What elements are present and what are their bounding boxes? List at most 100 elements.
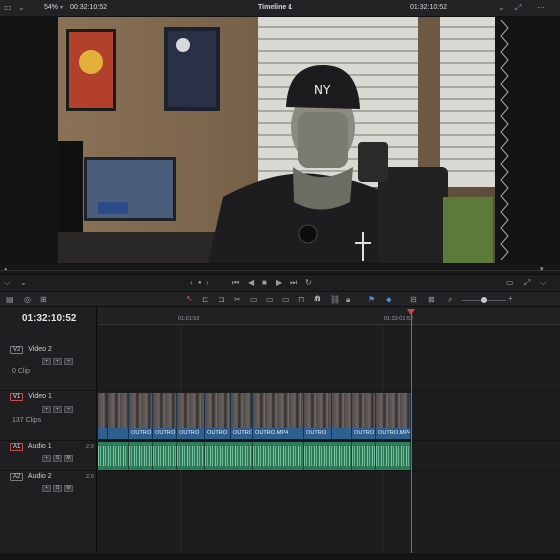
- video-clip[interactable]: OUTRO: [205, 393, 231, 439]
- track-enable-icon[interactable]: ▪: [53, 358, 62, 365]
- jog-right-icon[interactable]: ›: [206, 278, 209, 288]
- marker-icon[interactable]: ⬥: [386, 295, 392, 305]
- track-id-v2[interactable]: V2: [10, 346, 24, 354]
- track-header-a1[interactable]: A1 Audio 1 2.0 ▪ S M: [0, 441, 97, 471]
- audio-clip[interactable]: [129, 442, 153, 470]
- video-clip[interactable]: [108, 393, 129, 439]
- more-options-icon[interactable]: ⋯: [537, 3, 545, 13]
- timeline-options-icon[interactable]: ⌄: [20, 278, 27, 288]
- insert-clip-icon[interactable]: ▭: [250, 295, 258, 305]
- track-view-icon[interactable]: ▪: [64, 358, 73, 365]
- track-view-icon[interactable]: ▪: [64, 406, 73, 413]
- video-clip[interactable]: OUTRO: [177, 393, 205, 439]
- audio-clip[interactable]: [352, 442, 376, 470]
- solo-button[interactable]: S: [53, 485, 62, 492]
- audio-clip[interactable]: [98, 442, 129, 470]
- audio-clip[interactable]: [205, 442, 253, 470]
- blade-tool-icon[interactable]: ✂: [234, 295, 241, 305]
- play-icon[interactable]: ▶: [276, 278, 282, 288]
- track-header-v2[interactable]: V2 Video 2 ▪ ▪ ▪ 0 Clip: [0, 341, 97, 391]
- timeline-dropdown-icon[interactable]: ▾: [288, 3, 291, 13]
- track-channels-a1: 2.0: [86, 444, 94, 450]
- clip-label: OUTRO: [153, 428, 176, 439]
- zoom-full-icon[interactable]: ⊟: [410, 295, 417, 305]
- zoom-detail-icon[interactable]: ⊠: [428, 295, 435, 305]
- timeline-view-options-icon[interactable]: ▤: [6, 295, 14, 305]
- video-clip[interactable]: OUTRO: [129, 393, 153, 439]
- track-header-a2[interactable]: A2 Audio 2 2.0 ▪ S M: [0, 471, 97, 501]
- play-reverse-icon[interactable]: ◀: [248, 278, 254, 288]
- zoom-level[interactable]: 54%: [44, 4, 58, 11]
- video-clip[interactable]: [98, 393, 108, 439]
- overwrite-clip-icon[interactable]: ▭: [266, 295, 274, 305]
- track-id-a2[interactable]: A2: [10, 473, 24, 481]
- track-lock-icon[interactable]: ▪: [42, 485, 51, 492]
- jog-center-icon[interactable]: ●: [198, 278, 202, 288]
- audio-meter-icon[interactable]: ◎: [24, 295, 31, 305]
- loop-icon[interactable]: ↻: [305, 278, 312, 288]
- mute-button[interactable]: M: [64, 455, 73, 462]
- selection-tool-icon[interactable]: ↖: [186, 294, 193, 304]
- trim-tool-icon[interactable]: ⊏: [202, 295, 209, 305]
- zoom-slider-handle[interactable]: [481, 297, 487, 303]
- viewer-options-icon[interactable]: ⌄: [18, 3, 25, 13]
- viewer-menu-icon[interactable]: ⌄: [498, 3, 505, 13]
- go-to-end-icon[interactable]: ⏭: [290, 278, 297, 288]
- go-to-start-icon[interactable]: ⏮: [232, 278, 239, 288]
- track-lane-a2[interactable]: [98, 471, 560, 501]
- video-clip[interactable]: OUTRO: [352, 393, 376, 439]
- replace-clip-icon[interactable]: ▭: [282, 295, 290, 305]
- audio-waveform: [129, 446, 152, 466]
- lock-icon[interactable]: 🔒︎: [346, 295, 350, 305]
- snapping-icon[interactable]: ⊓: [298, 295, 304, 305]
- video-clip[interactable]: OUTRO.MP4: [253, 393, 304, 439]
- audio-clip[interactable]: [177, 442, 205, 470]
- track-header-v1[interactable]: V1 Video 1 ▪ ▪ ▪ 137 Clips: [0, 391, 97, 441]
- stop-icon[interactable]: ■: [262, 278, 267, 288]
- track-lane-v2[interactable]: [98, 341, 560, 391]
- dynamic-trim-icon[interactable]: ⊐: [218, 295, 225, 305]
- audio-clip[interactable]: [253, 442, 304, 470]
- edit-mode-icon[interactable]: ⊞: [40, 295, 47, 305]
- zoom-dropdown-icon[interactable]: ▾: [60, 3, 63, 13]
- timeline-name[interactable]: Timeline 1: [258, 4, 292, 11]
- video-frame[interactable]: NY: [58, 17, 495, 263]
- track-id-v1[interactable]: V1: [10, 393, 24, 401]
- track-id-a1[interactable]: A1: [10, 443, 24, 451]
- viewer-layout-icon[interactable]: ▭: [4, 3, 12, 13]
- video-clip[interactable]: OUTRO: [231, 393, 253, 439]
- video-clip[interactable]: OUTRO: [153, 393, 177, 439]
- scrubber-end-icon[interactable]: ▾: [540, 265, 544, 275]
- audio-clip[interactable]: [153, 442, 177, 470]
- solo-button[interactable]: S: [53, 455, 62, 462]
- zoom-custom-icon[interactable]: ⌕: [448, 295, 452, 305]
- track-lock-icon[interactable]: ▪: [42, 358, 51, 365]
- zoom-in-icon[interactable]: +: [508, 294, 513, 304]
- mute-button[interactable]: M: [64, 485, 73, 492]
- flag-icon[interactable]: ⚑: [368, 295, 375, 305]
- jog-left-icon[interactable]: ‹: [190, 278, 193, 288]
- track-name-a1[interactable]: Audio 1: [28, 443, 52, 450]
- track-name-v1[interactable]: Video 1: [28, 393, 52, 400]
- track-name-v2[interactable]: Video 2: [28, 346, 52, 353]
- track-lock-icon[interactable]: ▪: [42, 406, 51, 413]
- video-clip[interactable]: OUTRO.MP4: [376, 393, 411, 439]
- timeline-ruler[interactable]: 01:01:52 01:32:01:52: [98, 307, 560, 325]
- fullscreen-icon[interactable]: ⤢: [515, 3, 521, 13]
- track-enable-icon[interactable]: ▪: [53, 406, 62, 413]
- track-lock-icon[interactable]: ▪: [42, 455, 51, 462]
- viewer-scrubber[interactable]: ▴ ▾: [0, 265, 560, 275]
- audio-clip[interactable]: [376, 442, 411, 470]
- audio-clip[interactable]: [304, 442, 352, 470]
- fullscreen-toggle-icon[interactable]: ⤢: [524, 278, 530, 288]
- link-icon[interactable]: ⛓: [330, 295, 340, 305]
- timeline-extra-icon[interactable]: ⌵: [540, 278, 546, 288]
- video-clip[interactable]: OUTRO: [304, 393, 332, 439]
- magnet-icon[interactable]: ⋒: [314, 294, 321, 304]
- track-name-a2[interactable]: Audio 2: [28, 473, 52, 480]
- output-icon[interactable]: ▭: [506, 278, 514, 288]
- playhead-handle[interactable]: [407, 309, 415, 315]
- viewer-dropdown-icon[interactable]: ⌵: [4, 278, 10, 288]
- playhead[interactable]: [411, 309, 412, 560]
- video-clip[interactable]: [332, 393, 352, 439]
